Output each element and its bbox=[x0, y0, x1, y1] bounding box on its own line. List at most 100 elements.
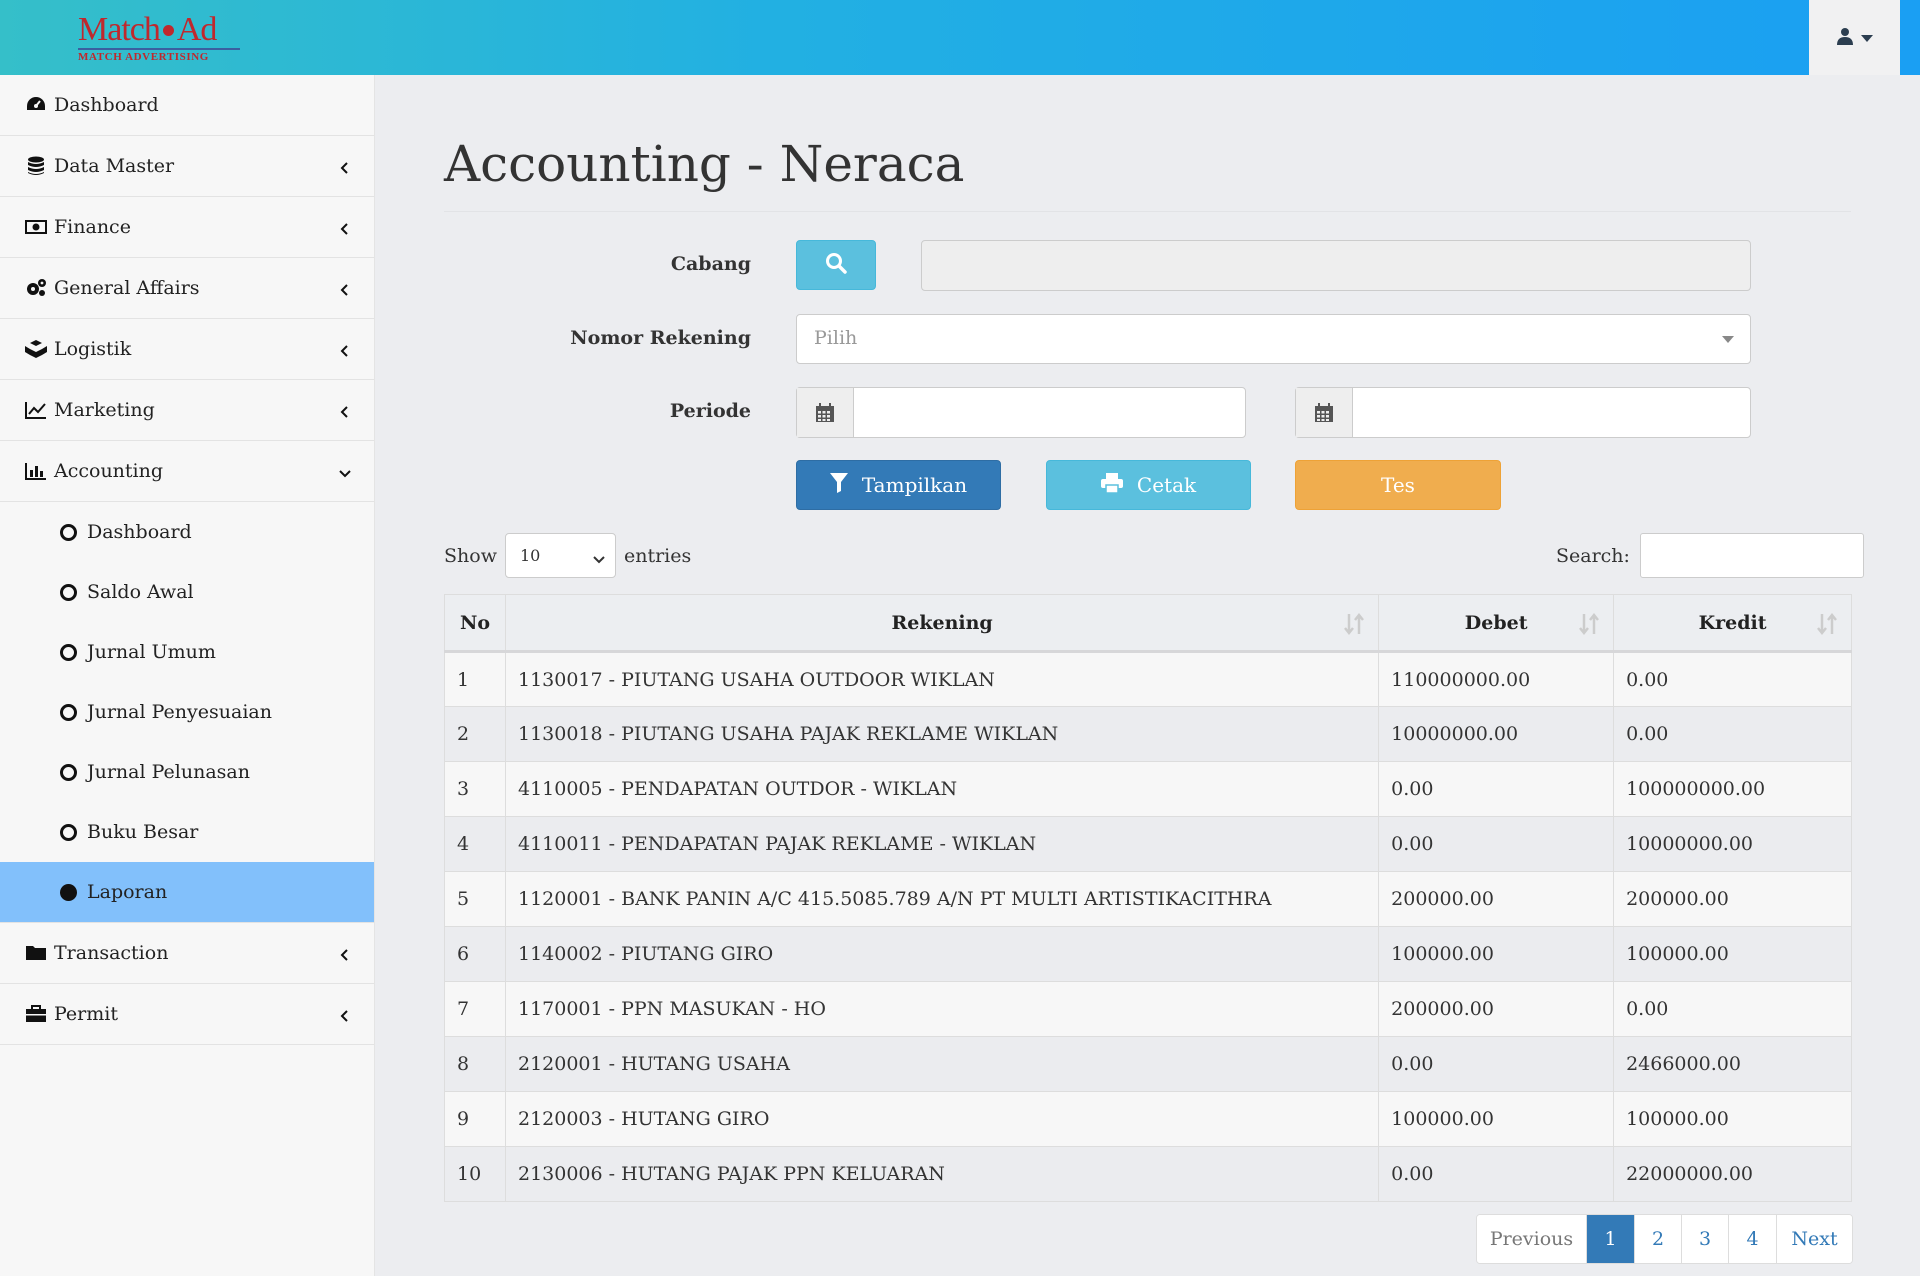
sort-icon bbox=[1817, 612, 1837, 640]
sidebar-item-label: Data Master bbox=[54, 155, 175, 177]
user-icon bbox=[1836, 27, 1853, 49]
sidebar-item-label: Logistik bbox=[54, 338, 132, 360]
sidebar-item-marketing[interactable]: Marketing bbox=[0, 380, 374, 441]
caret-down-icon bbox=[1722, 336, 1734, 343]
cell-debet: 0.00 bbox=[1378, 761, 1615, 817]
cell-rekening: 1120001 - BANK PANIN A/C 415.5085.789 A/… bbox=[504, 871, 1380, 927]
calendar-icon[interactable] bbox=[797, 388, 854, 437]
tampilkan-button[interactable]: Tampilkan bbox=[796, 460, 1001, 510]
folder-icon bbox=[24, 943, 48, 963]
cell-rekening: 2130006 - HUTANG PAJAK PPN KELUARAN bbox=[504, 1146, 1380, 1202]
pagination-next[interactable]: Next bbox=[1776, 1215, 1852, 1263]
length-control: Show 10 entries bbox=[444, 533, 691, 578]
cell-rekening: 4110005 - PENDAPATAN OUTDOR - WIKLAN bbox=[504, 761, 1380, 817]
periode-start-input[interactable] bbox=[854, 388, 1245, 437]
sidebar-item-dashboard[interactable]: Dashboard bbox=[0, 75, 374, 136]
submenu-item-jurnal-pelunasan[interactable]: Jurnal Pelunasan bbox=[0, 742, 374, 802]
cell-no: 6 bbox=[444, 926, 506, 982]
money-icon bbox=[24, 217, 48, 237]
submenu-item-buku-besar[interactable]: Buku Besar bbox=[0, 802, 374, 862]
cell-kredit: 200000.00 bbox=[1613, 871, 1852, 927]
pagination-page-3[interactable]: 3 bbox=[1681, 1215, 1728, 1263]
pagination-previous[interactable]: Previous bbox=[1477, 1215, 1586, 1263]
circle-icon bbox=[60, 523, 77, 541]
cell-rekening: 1130018 - PIUTANG USAHA PAJAK REKLAME WI… bbox=[504, 706, 1380, 762]
chevron-left-icon bbox=[338, 341, 352, 357]
table-row: 4 4110011 - PENDAPATAN PAJAK REKLAME - WI… bbox=[444, 816, 1852, 872]
submenu-item-dashboard[interactable]: Dashboard bbox=[0, 502, 374, 562]
tes-button[interactable]: Tes bbox=[1295, 460, 1501, 510]
search-label: Search: bbox=[1556, 544, 1630, 567]
sidebar-item-data-master[interactable]: Data Master bbox=[0, 136, 374, 197]
column-header-rekening[interactable]: Rekening bbox=[504, 594, 1380, 653]
table-row: 2 1130018 - PIUTANG USAHA PAJAK REKLAME W… bbox=[444, 706, 1852, 762]
cell-debet: 100000.00 bbox=[1378, 1091, 1615, 1147]
sidebar: Dashboard Data Master Finance General Af… bbox=[0, 75, 375, 1276]
sidebar-item-finance[interactable]: Finance bbox=[0, 197, 374, 258]
sidebar-item-label: Transaction bbox=[54, 942, 169, 964]
calendar-icon[interactable] bbox=[1296, 388, 1353, 437]
chevron-down-icon bbox=[338, 463, 352, 478]
column-header-no[interactable]: No bbox=[444, 594, 506, 653]
column-header-kredit[interactable]: Kredit bbox=[1613, 594, 1852, 653]
cell-no: 10 bbox=[444, 1146, 506, 1202]
cabang-search-button[interactable] bbox=[796, 240, 876, 290]
submenu-item-label: Jurnal Penyesuaian bbox=[87, 701, 272, 723]
submenu-item-laporan[interactable]: Laporan bbox=[0, 862, 374, 922]
pagination-page-1[interactable]: 1 bbox=[1586, 1215, 1634, 1263]
sidebar-item-label: Dashboard bbox=[54, 94, 159, 116]
cetak-button[interactable]: Cetak bbox=[1046, 460, 1251, 510]
search-icon bbox=[825, 252, 847, 279]
top-navbar: Match Ad MATCH ADVERTISING bbox=[0, 0, 1920, 75]
sidebar-item-logistik[interactable]: Logistik bbox=[0, 319, 374, 380]
circle-icon bbox=[60, 823, 77, 841]
pagination-page-2[interactable]: 2 bbox=[1634, 1215, 1681, 1263]
submenu-item-jurnal-umum[interactable]: Jurnal Umum bbox=[0, 622, 374, 682]
table-header-row: No Rekening Debet Kredit bbox=[444, 594, 1852, 653]
submenu-item-jurnal-penyesuaian[interactable]: Jurnal Penyesuaian bbox=[0, 682, 374, 742]
header-label: No bbox=[459, 611, 491, 634]
nomor-rekening-select[interactable]: Pilih bbox=[796, 314, 1751, 364]
sort-icon bbox=[1344, 612, 1365, 640]
chevron-down-icon bbox=[593, 550, 605, 569]
cell-rekening: 2120001 - HUTANG USAHA bbox=[504, 1036, 1380, 1092]
nomor-rekening-label: Nomor Rekening bbox=[570, 327, 751, 349]
cell-kredit: 0.00 bbox=[1613, 706, 1852, 762]
entries-label: entries bbox=[623, 544, 692, 567]
cell-no: 1 bbox=[444, 651, 506, 707]
submenu-item-label: Jurnal Umum bbox=[87, 641, 216, 663]
periode-end-input[interactable] bbox=[1353, 388, 1750, 437]
show-label: Show bbox=[444, 544, 497, 567]
user-menu-toggle[interactable] bbox=[1809, 0, 1900, 75]
cell-no: 4 bbox=[444, 816, 506, 872]
table-row: 1 1130017 - PIUTANG USAHA OUTDOOR WIKLAN 1… bbox=[444, 651, 1852, 707]
sidebar-item-accounting[interactable]: Accounting bbox=[0, 441, 374, 502]
submenu-item-label: Dashboard bbox=[87, 521, 192, 543]
submenu-item-saldo-awal[interactable]: Saldo Awal bbox=[0, 562, 374, 622]
circle-icon bbox=[60, 583, 77, 601]
main-content: Accounting - Neraca Cabang Nomor Rekenin… bbox=[375, 75, 1920, 1276]
chevron-left-icon bbox=[338, 945, 352, 961]
sidebar-item-transaction[interactable]: Transaction bbox=[0, 923, 374, 984]
cell-no: 5 bbox=[444, 871, 506, 927]
periode-end-group bbox=[1295, 387, 1751, 438]
dashboard-icon bbox=[24, 95, 48, 115]
table-search-input[interactable] bbox=[1639, 533, 1864, 578]
print-icon bbox=[1100, 472, 1123, 498]
chevron-left-icon bbox=[338, 1006, 352, 1022]
submenu-item-label: Buku Besar bbox=[87, 821, 199, 843]
page-length-select[interactable]: 10 bbox=[504, 533, 616, 578]
accounting-submenu: Dashboard Saldo Awal Jurnal Umum Jurnal … bbox=[0, 502, 374, 923]
sidebar-item-label: Permit bbox=[54, 1003, 118, 1025]
tampilkan-label: Tampilkan bbox=[861, 473, 968, 497]
filled-circle-icon bbox=[60, 883, 77, 901]
column-header-debet[interactable]: Debet bbox=[1378, 594, 1615, 653]
table-search: Search: bbox=[1556, 533, 1864, 578]
sidebar-item-permit[interactable]: Permit bbox=[0, 984, 374, 1045]
match-ad-logo[interactable]: Match Ad MATCH ADVERTISING bbox=[78, 13, 243, 65]
cabang-field[interactable] bbox=[921, 240, 1751, 291]
sidebar-item-general-affairs[interactable]: General Affairs bbox=[0, 258, 374, 319]
cell-rekening: 1140002 - PIUTANG GIRO bbox=[504, 926, 1380, 982]
pagination-page-4[interactable]: 4 bbox=[1728, 1215, 1776, 1263]
cubes-icon bbox=[24, 339, 48, 359]
